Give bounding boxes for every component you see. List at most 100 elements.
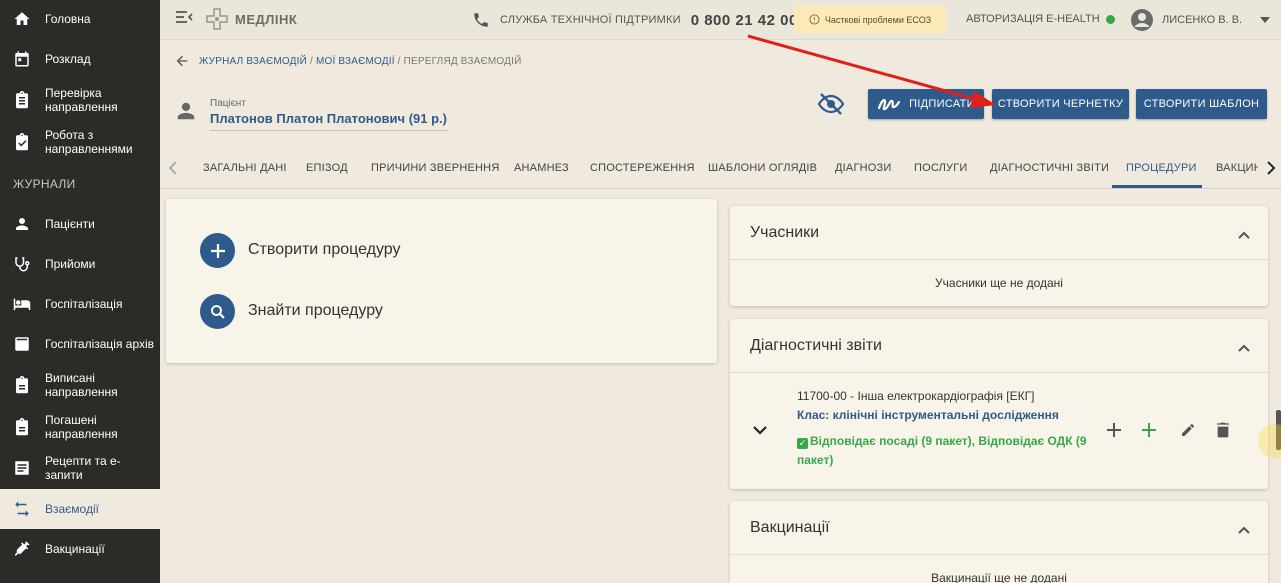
search-icon (210, 304, 225, 319)
support-label: СЛУЖБА ТЕХНІЧНОЇ ПІДТРИМКИ (500, 14, 681, 26)
user-menu[interactable]: ЛИСЕНКО В. В. (1130, 8, 1271, 32)
sidebar-item-interactions[interactable]: Взаємодії (0, 489, 160, 529)
patient-label: Пацієнт (210, 98, 246, 109)
sidebar-item-hospitalization[interactable]: Госпіталізація (0, 291, 160, 317)
patient-name[interactable]: Платонов Платон Платонович (91 р.) (210, 111, 448, 131)
tab-general[interactable]: ЗАГАЛЬНІ ДАНІ (203, 162, 287, 174)
participants-title: Учасники (750, 224, 820, 241)
tab-anamnesis[interactable]: АНАМНЕЗ (514, 162, 569, 174)
report-status-text: Відповідає посаді (9 пакет), Відповідає … (797, 434, 1087, 467)
syringe-icon (12, 539, 32, 559)
create-template-button[interactable]: СТВОРИТИ ШАБЛОН (1136, 89, 1267, 119)
breadcrumb-separator: / (397, 56, 401, 67)
clipboard-check-icon (12, 132, 32, 152)
find-procedure-button[interactable] (200, 294, 235, 329)
sidebar-item-referrals-work[interactable]: Робота з направленнями (0, 127, 160, 157)
sidebar-item-label: Розклад (45, 52, 91, 66)
tab-services[interactable]: ПОСЛУГИ (914, 162, 968, 174)
breadcrumb-mine[interactable]: МОЇ ВЗАЄМОДІЇ (316, 56, 395, 67)
diagnostic-reports-header[interactable]: Діагностичні звіти (730, 319, 1268, 373)
sidebar: Головна Розклад Перевірка направлення Ро… (0, 0, 160, 583)
tab-exam-templates[interactable]: ШАБЛОНИ ОГЛЯДІВ (708, 162, 817, 174)
create-template-label: СТВОРИТИ ШАБЛОН (1143, 98, 1260, 110)
add-green-icon[interactable] (1139, 420, 1159, 440)
edit-icon[interactable] (1178, 420, 1198, 440)
sidebar-item-label: Погашені направлення (45, 413, 118, 441)
chevron-up-icon[interactable] (1238, 226, 1250, 244)
diagnostic-reports-title: Діагностичні звіти (750, 337, 882, 354)
vaccinations-header[interactable]: Вакцинації (730, 501, 1268, 555)
app-logo[interactable]: МЕДЛІНК (205, 7, 297, 31)
find-procedure-label[interactable]: Знайти процедуру (248, 302, 383, 320)
chevron-up-icon[interactable] (1238, 521, 1250, 539)
sidebar-item-schedule[interactable]: Розклад (0, 45, 160, 73)
create-draft-button[interactable]: СТВОРИТИ ЧЕРНЕТКУ (992, 89, 1129, 119)
visibility-off-icon[interactable] (817, 92, 845, 121)
tab-bar: ЗАГАЛЬНІ ДАНІ ЕПІЗОД ПРИЧИНИ ЗВЕРНЕННЯ А… (160, 149, 1281, 189)
sidebar-item-referral-check[interactable]: Перевірка направлення (0, 85, 160, 115)
participants-empty: Учасники ще не додані (935, 276, 1063, 290)
chevron-up-icon[interactable] (1238, 339, 1250, 357)
back-arrow-icon[interactable] (174, 53, 190, 74)
bed-icon (12, 294, 32, 314)
swap-arrows-icon (12, 499, 32, 519)
chevron-left-icon[interactable] (168, 161, 178, 180)
sidebar-item-prescriptions[interactable]: Рецепти та е-запити (0, 453, 160, 483)
tab-procedures[interactable]: ПРОЦЕДУРИ (1126, 162, 1197, 174)
breadcrumb: ЖУРНАЛ ВЗАЄМОДІЙ / МОЇ ВЗАЄМОДІЇ / ПЕРЕГ… (199, 56, 521, 67)
person-icon (12, 214, 32, 234)
checkbox-checked-icon: ✓ (797, 438, 808, 449)
add-icon[interactable] (1104, 420, 1124, 440)
sidebar-item-vaccinations[interactable]: Вакцинації (0, 536, 160, 562)
sidebar-item-label: Госпіталізація архів (45, 337, 155, 351)
sidebar-item-hospitalization-archive[interactable]: Госпіталізація архів (0, 331, 160, 357)
plus-icon (210, 243, 225, 258)
tab-reasons[interactable]: ПРИЧИНИ ЗВЕРНЕННЯ (371, 162, 499, 174)
clipboard-icon (12, 375, 32, 395)
ehealth-status[interactable]: АВТОРИЗАЦІЯ E-HEALTH (966, 13, 1115, 25)
sidebar-item-label: Рецепти та е-запити (45, 454, 121, 482)
delete-icon[interactable] (1213, 420, 1233, 440)
tab-diagnostic-reports[interactable]: ДІАГНОСТИЧНІ ЗВІТИ (990, 162, 1109, 174)
report-class: Клас: клінічні інструментальні досліджен… (797, 408, 1059, 422)
sidebar-item-patients[interactable]: Пацієнти (0, 211, 160, 237)
report-status: ✓ Відповідає посаді (9 пакет), Відповідає… (797, 432, 1097, 470)
phone-icon (474, 13, 488, 27)
warning-text: Часткові проблеми ЕСОЗ (824, 14, 932, 25)
create-procedure-button[interactable] (200, 233, 235, 268)
breadcrumb-journal[interactable]: ЖУРНАЛ ВЗАЄМОДІЙ (199, 56, 307, 67)
chevron-down-icon[interactable] (750, 420, 770, 440)
tab-observations[interactable]: СПОСТЕРЕЖЕННЯ (590, 162, 695, 174)
sidebar-item-label: Перевірка направлення (45, 86, 118, 114)
diagnostic-reports-panel: Діагностичні звіти 11700-00 - Інша елект… (730, 319, 1268, 489)
home-icon (12, 9, 32, 29)
sidebar-item-label: Госпіталізація (45, 297, 123, 311)
sidebar-section-label: ЖУРНАЛИ (13, 177, 76, 191)
create-procedure-label[interactable]: Створити процедуру (248, 241, 401, 259)
sidebar-item-label: Прийоми (45, 257, 96, 271)
sign-button[interactable]: ПІДПИСАТИ (868, 89, 984, 119)
sidebar-item-appointments[interactable]: Прийоми (0, 251, 160, 277)
chevron-right-icon[interactable] (1266, 161, 1276, 180)
tab-diagnoses[interactable]: ДІАГНОЗИ (835, 162, 891, 174)
archive-icon (12, 334, 32, 354)
sign-button-label: ПІДПИСАТИ (909, 98, 975, 110)
vaccinations-panel: Вакцинації Вакцинації ще не додані (730, 501, 1268, 583)
sidebar-item-label: Вакцинації (45, 542, 105, 556)
tab-episode[interactable]: ЕПІЗОД (306, 162, 348, 174)
active-tab-indicator (1112, 185, 1202, 188)
menu-collapse-icon[interactable] (175, 10, 193, 31)
sidebar-item-issued-referrals[interactable]: Виписані направлення (0, 370, 160, 400)
top-header: МЕДЛІНК СЛУЖБА ТЕХНІЧНОЇ ПІДТРИМКИ 0 800… (160, 0, 1281, 40)
sidebar-item-label: Взаємодії (45, 502, 99, 516)
stethoscope-icon (12, 254, 32, 274)
vaccinations-title: Вакцинації (750, 519, 830, 536)
sidebar-item-redeemed-referrals[interactable]: Погашені направлення (0, 412, 160, 442)
participants-header[interactable]: Учасники (730, 206, 1268, 260)
vaccinations-empty: Вакцинації ще не додані (931, 571, 1067, 583)
sidebar-item-home[interactable]: Головна (0, 6, 160, 32)
ecoz-warning-badge[interactable]: Часткові проблеми ЕСОЗ (794, 6, 946, 33)
user-name: ЛИСЕНКО В. В. (1162, 14, 1243, 26)
sidebar-item-label: Виписані направлення (45, 371, 118, 399)
tab-vaccinations[interactable]: ВАКЦИН (1216, 162, 1258, 174)
